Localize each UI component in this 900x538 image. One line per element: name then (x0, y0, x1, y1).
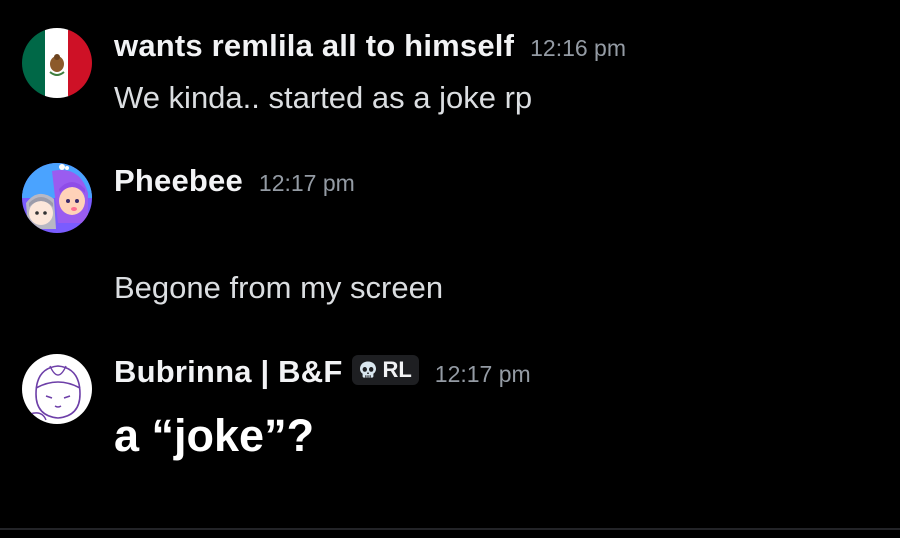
divider (0, 528, 900, 530)
skull-icon (360, 361, 377, 378)
message-text: Begone from my screen (114, 270, 444, 305)
timestamp: 12:16 pm (530, 35, 627, 61)
timestamp: 12:17 pm (258, 170, 355, 196)
sketch-face-avatar-icon (22, 354, 92, 424)
message-text: a “joke”? (114, 410, 315, 461)
avatar[interactable] (22, 354, 92, 424)
mexico-flag-avatar-icon (22, 28, 92, 98)
anime-characters-avatar-icon (22, 163, 92, 233)
timestamp: 12:17 pm (434, 361, 531, 387)
username[interactable]: Bubrinna | B&F (114, 354, 342, 390)
tag-label: RL (382, 357, 412, 382)
chat-message-list: wants remlila all to himself 12:16 pm We… (0, 0, 900, 528)
username[interactable]: wants remlila all to himself (114, 28, 514, 64)
message-text: We kinda.. started as a joke rp (114, 80, 533, 115)
role-tag[interactable]: RL (352, 355, 419, 385)
avatar[interactable] (22, 163, 92, 233)
username[interactable]: Pheebee (114, 163, 243, 199)
avatar[interactable] (22, 28, 92, 98)
